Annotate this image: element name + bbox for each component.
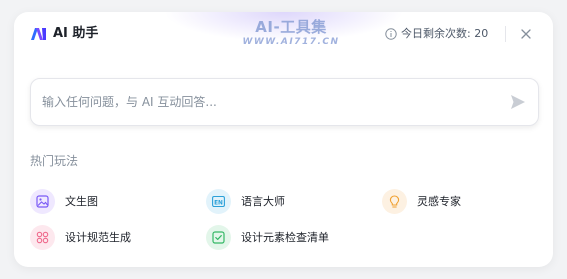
feature-label: 文生图 <box>65 195 98 208</box>
send-icon[interactable] <box>509 93 527 111</box>
grid-icon <box>30 225 55 250</box>
feature-inspiration-expert[interactable]: 灵感专家 <box>382 189 532 215</box>
feature-design-element-checklist[interactable]: 设计元素检查清单 <box>206 225 376 251</box>
en-icon: EN <box>206 189 231 214</box>
feature-language-master[interactable]: EN 语言大师 <box>206 189 356 215</box>
feature-label: 灵感专家 <box>417 195 461 208</box>
panel-header: AI 助手 今日剩余次数: 20 <box>14 12 553 58</box>
info-icon[interactable] <box>385 28 397 40</box>
close-icon[interactable] <box>519 27 533 41</box>
feature-design-spec-generation[interactable]: 设计规范生成 <box>30 225 180 251</box>
checklist-icon <box>206 225 231 250</box>
panel-title: AI 助手 <box>53 26 99 41</box>
svg-text:EN: EN <box>214 200 223 206</box>
question-input-box[interactable] <box>30 78 539 126</box>
feature-label: 设计规范生成 <box>65 231 131 244</box>
question-input[interactable] <box>42 92 482 112</box>
feature-label: 语言大师 <box>241 195 285 208</box>
lightbulb-icon <box>382 189 407 214</box>
feature-label: 设计元素检查清单 <box>241 231 329 244</box>
remaining-quota-label: 今日剩余次数: 20 <box>401 27 489 40</box>
header-divider <box>505 26 506 42</box>
ai-logo-icon <box>31 28 46 40</box>
section-title: 热门玩法 <box>30 154 79 168</box>
image-icon <box>30 189 55 214</box>
ai-assistant-panel: AI-工具集 WWW.AI717.CN AI 助手 今日剩余次数: 20 热门玩… <box>14 12 553 267</box>
feature-text-to-image[interactable]: 文生图 <box>30 189 180 215</box>
